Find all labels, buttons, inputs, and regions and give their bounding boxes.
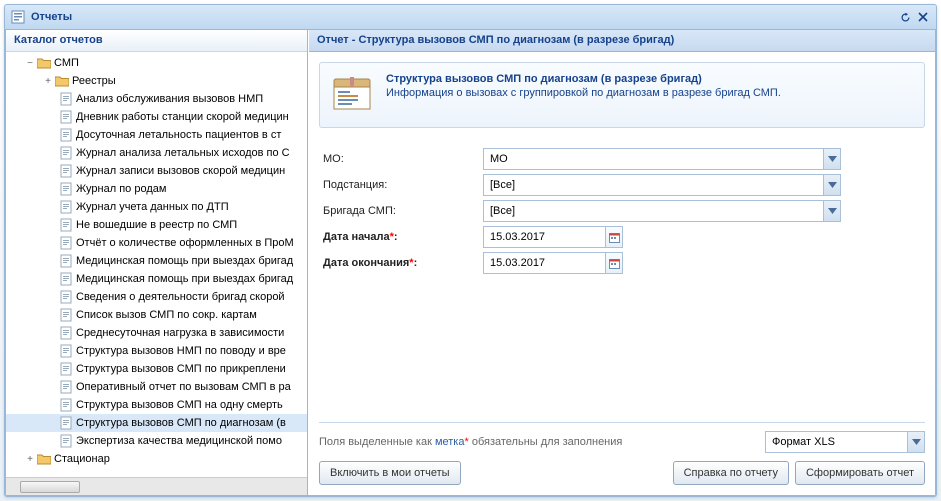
tree-item[interactable]: Не вошедшие в реестр по СМП <box>6 216 307 234</box>
substation-value: [Все] <box>484 179 823 191</box>
tree-folder-smp[interactable]: −СМП <box>6 54 307 72</box>
date-end-input[interactable]: 15.03.2017 <box>483 252 623 274</box>
window-title: Отчеты <box>31 11 898 23</box>
tree-item[interactable]: Структура вызовов СМП на одну смерть <box>6 396 307 414</box>
catalog-header: Каталог отчетов <box>6 30 307 52</box>
date-end-label: Дата окончания*: <box>323 257 483 269</box>
tree-item[interactable]: Медицинская помощь при выездах бригад <box>6 252 307 270</box>
format-select[interactable]: Формат XLS <box>765 431 925 453</box>
tree-item[interactable]: Журнал по родам <box>6 180 307 198</box>
brigade-label: Бригада СМП: <box>323 205 483 217</box>
mo-value: МО <box>484 153 823 165</box>
tree-item[interactable]: Досуточная летальность пациентов в ст <box>6 126 307 144</box>
mo-select[interactable]: МО <box>483 148 841 170</box>
horizontal-scrollbar[interactable] <box>6 477 307 495</box>
date-end-value: 15.03.2017 <box>484 257 605 269</box>
tree-folder-stacionar[interactable]: +Стационар <box>6 450 307 468</box>
tree-item[interactable]: Экспертиза качества медицинской помо <box>6 432 307 450</box>
report-header: Отчет - Структура вызовов СМП по диагноз… <box>309 30 935 52</box>
tree-item[interactable]: Медицинская помощь при выездах бригад <box>6 270 307 288</box>
calendar-icon[interactable] <box>605 253 622 273</box>
tree-item[interactable]: Дневник работы станции скорой медицин <box>6 108 307 126</box>
refresh-icon[interactable] <box>898 10 913 25</box>
report-info: Структура вызовов СМП по диагнозам (в ра… <box>319 62 925 128</box>
calendar-icon[interactable] <box>605 227 622 247</box>
mo-label: МО: <box>323 153 483 165</box>
reports-window: Отчеты Каталог отчетов −СМП +Реестры Ана… <box>4 4 937 497</box>
brigade-value: [Все] <box>484 205 823 217</box>
report-tree[interactable]: −СМП +Реестры Анализ обслуживания вызово… <box>6 52 307 477</box>
date-start-label: Дата начала*: <box>323 231 483 243</box>
close-icon[interactable] <box>915 10 930 25</box>
tree-item[interactable]: Оперативный отчет по вызовам СМП в ра <box>6 378 307 396</box>
report-help-button[interactable]: Справка по отчету <box>673 461 789 485</box>
date-start-input[interactable]: 15.03.2017 <box>483 226 623 248</box>
report-icon <box>11 9 27 25</box>
report-form: МО: МО Подстанция: [Все] <box>319 146 925 276</box>
tree-item[interactable]: Список вызов СМП по сокр. картам <box>6 306 307 324</box>
chevron-down-icon[interactable] <box>823 201 840 221</box>
tree-item-selected[interactable]: Структура вызовов СМП по диагнозам (в <box>6 414 307 432</box>
report-panel: Отчет - Структура вызовов СМП по диагноз… <box>308 30 935 495</box>
date-start-value: 15.03.2017 <box>484 231 605 243</box>
report-description: Информация о вызовах с группировкой по д… <box>386 87 914 99</box>
substation-label: Подстанция: <box>323 179 483 191</box>
catalog-panel: Каталог отчетов −СМП +Реестры Анализ обс… <box>6 30 308 495</box>
brigade-select[interactable]: [Все] <box>483 200 841 222</box>
titlebar: Отчеты <box>5 5 936 30</box>
scrollbar-thumb[interactable] <box>20 481 80 493</box>
tree-item[interactable]: Среднесуточная нагрузка в зависимости <box>6 324 307 342</box>
generate-report-button[interactable]: Сформировать отчет <box>795 461 925 485</box>
package-icon <box>330 73 374 117</box>
tree-item[interactable]: Сведения о деятельности бригад скорой <box>6 288 307 306</box>
tree-item[interactable]: Анализ обслуживания вызовов НМП <box>6 90 307 108</box>
tree-item[interactable]: Журнал анализа летальных исходов по С <box>6 144 307 162</box>
substation-select[interactable]: [Все] <box>483 174 841 196</box>
tree-folder-registry[interactable]: +Реестры <box>6 72 307 90</box>
tree-item[interactable]: Структура вызовов СМП по прикреплени <box>6 360 307 378</box>
tree-item[interactable]: Отчёт о количестве оформленных в ПроМ <box>6 234 307 252</box>
format-value: Формат XLS <box>766 436 907 448</box>
chevron-down-icon[interactable] <box>823 175 840 195</box>
chevron-down-icon[interactable] <box>907 432 924 452</box>
tree-item[interactable]: Журнал записи вызовов скорой медицин <box>6 162 307 180</box>
tree-item[interactable]: Журнал учета данных по ДТП <box>6 198 307 216</box>
add-to-my-reports-button[interactable]: Включить в мои отчеты <box>319 461 461 485</box>
report-title: Структура вызовов СМП по диагнозам (в ра… <box>386 73 914 85</box>
chevron-down-icon[interactable] <box>823 149 840 169</box>
tree-item[interactable]: Структура вызовов НМП по поводу и вре <box>6 342 307 360</box>
required-note: Поля выделенные как метка* обязательны д… <box>319 436 622 448</box>
